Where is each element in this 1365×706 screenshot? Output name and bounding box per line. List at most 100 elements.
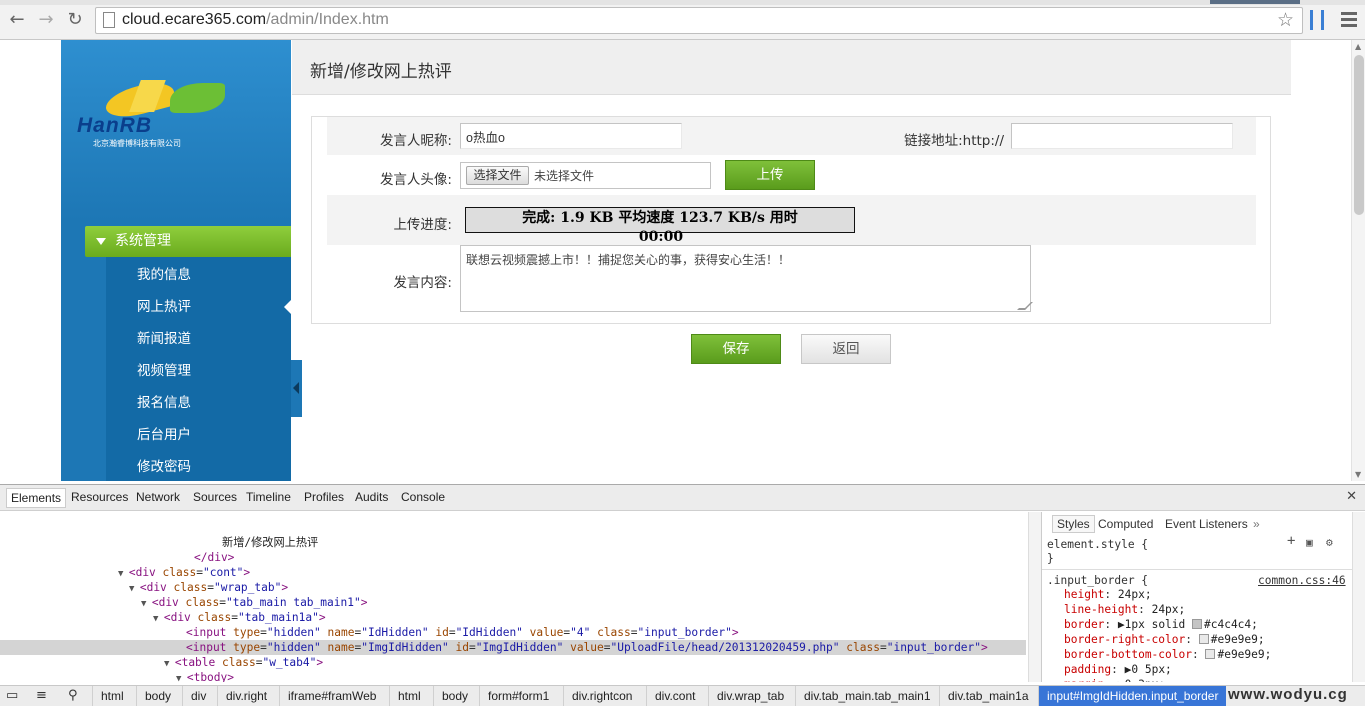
expand-down-icon[interactable]: ▼ [176,674,187,682]
breadcrumb-item[interactable]: body [136,686,179,706]
dom-node-line[interactable]: </div> [194,550,234,565]
breadcrumb-item[interactable]: html [92,686,132,706]
expand-down-icon[interactable]: ▼ [129,584,140,594]
more-tabs-icon[interactable]: » [1253,517,1260,531]
tab-audits[interactable]: Audits [355,490,388,504]
dom-node-line[interactable]: ▼ <tbody> [176,670,234,682]
scroll-down-icon[interactable]: ▼ [1355,470,1361,479]
dom-node-line[interactable]: ▼ <table class="w_tab4"> [164,655,323,670]
progress-label: 上传进度: [393,217,452,233]
tab-network[interactable]: Network [136,490,180,504]
color-swatch[interactable] [1198,634,1209,644]
add-rule-icon[interactable]: + [1287,534,1295,548]
forward-arrow-icon[interactable]: → [35,9,57,31]
style-property[interactable]: height: 24px; [1064,588,1152,602]
breadcrumb-item[interactable]: body [433,686,476,706]
sidebar-item-video[interactable]: 视频管理 [106,355,291,387]
rule-selector[interactable]: .input_border { [1047,574,1148,588]
tab-sources[interactable]: Sources [193,490,237,504]
console-drawer-icon[interactable]: ≡ [36,688,47,703]
expand-down-icon[interactable]: ▼ [118,569,129,579]
upload-button[interactable]: 上传 [725,160,815,190]
dom-node-line[interactable]: ▼ <div class="tab_main tab_main1"> [141,595,367,610]
reload-icon[interactable]: ↻ [64,9,86,31]
dom-node-line[interactable]: ▼ <div class="cont"> [118,565,250,580]
url-path: /admin/Index.htm [266,11,389,28]
close-icon[interactable]: ✕ [1346,489,1357,504]
expand-down-icon[interactable]: ▼ [164,659,175,669]
submenu: 我的信息 网上热评 新闻报道 视频管理 报名信息 后台用户 修改密码 [106,257,291,481]
nickname-input[interactable] [460,123,682,149]
tab-elements[interactable]: Elements [6,488,67,508]
tab-computed[interactable]: Computed [1098,517,1153,531]
sidebar-item-news[interactable]: 新闻报道 [106,323,291,355]
dock-icon[interactable]: ▭ [6,688,18,703]
style-property[interactable]: margin: ▶0 3px; [1064,678,1165,682]
sidebar-item-my-info[interactable]: 我的信息 [106,259,291,291]
dom-scrollbar[interactable] [1028,512,1041,682]
breadcrumb-item[interactable]: input#ImgIdHidden.input_border [1038,686,1227,706]
breadcrumb-item[interactable]: div.cont [646,686,703,706]
back-button[interactable]: 返回 [801,334,891,364]
breadcrumb-item[interactable]: div.wrap_tab [708,686,792,706]
color-swatch[interactable] [1192,619,1202,629]
tab-timeline[interactable]: Timeline [246,490,291,504]
save-button[interactable]: 保存 [691,334,781,364]
back-arrow-icon[interactable]: ← [6,9,28,31]
tab-resources[interactable]: Resources [71,490,128,504]
style-property[interactable]: padding: ▶0 5px; [1064,663,1172,677]
expand-down-icon[interactable]: ▼ [153,614,164,624]
resize-grip-icon[interactable] [1017,302,1033,310]
tab-event-listeners[interactable]: Event Listeners [1165,517,1248,531]
expand-down-icon[interactable]: ▼ [141,599,152,609]
bookmark-star-icon[interactable]: ☆ [1277,9,1294,31]
color-swatch[interactable] [1205,649,1216,659]
sidebar-item-change-password[interactable]: 修改密码 [106,451,291,483]
content-textarea[interactable]: 联想云视频震撼上市！！捕捉您关心的事，获得安心生活！！ [460,245,1033,312]
style-property[interactable]: border-right-color: #e9e9e9; [1064,633,1265,647]
style-property[interactable]: border-bottom-color: #e9e9e9; [1064,648,1271,662]
dom-node-line[interactable]: <input type="hidden" name="IdHidden" id=… [186,625,739,640]
page-scrollbar[interactable]: ▲ ▼ [1351,40,1365,481]
extension-icon[interactable] [1310,10,1324,30]
breadcrumb-item[interactable]: div.rightcon [563,686,640,706]
sidebar-item-signup[interactable]: 报名信息 [106,387,291,419]
toggle-state-icon[interactable]: ▣ [1306,536,1313,550]
tab-console[interactable]: Console [401,490,445,504]
dom-node-line[interactable]: ▼ <div class="tab_main1a"> [153,610,326,625]
search-icon[interactable]: ⚲ [68,688,78,703]
tab-profiles[interactable]: Profiles [304,490,344,504]
menu-section-system[interactable]: 系统管理 [85,226,291,257]
progress-text: 完成: 1.9 KB 平均速度 123.7 KB/s 用时 [522,210,798,226]
sidebar-item-admin-users[interactable]: 后台用户 [106,419,291,451]
breadcrumb-item[interactable]: div.tab_main.tab_main1 [795,686,939,706]
choose-file-button[interactable]: 选择文件 [466,166,529,185]
breadcrumb-item[interactable]: html [389,686,429,706]
element-style-rule[interactable]: element.style { [1047,538,1148,552]
breadcrumb-item[interactable]: iframe#framWeb [279,686,384,706]
link-input[interactable] [1011,123,1233,149]
tab-styles[interactable]: Styles [1052,515,1095,533]
dom-node-line[interactable]: ▼ <div class="wrap_tab"> [129,580,288,595]
sidebar-item-hot-comments[interactable]: 网上热评 [106,291,291,323]
dom-node-line[interactable]: <input type="hidden" name="ImgIdHidden" … [186,640,988,655]
sidebar-collapse-toggle[interactable] [291,360,302,417]
browser-menu-icon[interactable] [1341,12,1357,28]
url-text[interactable]: cloud.ecare365.com/admin/Index.htm [122,11,389,29]
address-bar[interactable]: cloud.ecare365.com/admin/Index.htm ☆ [95,7,1303,34]
scrollbar-thumb[interactable] [1354,55,1364,215]
scroll-up-icon[interactable]: ▲ [1355,42,1361,51]
logo-text: HanRB [77,114,153,137]
styles-scrollbar[interactable] [1352,512,1365,682]
breadcrumb-item[interactable]: div.tab_main1a [939,686,1037,706]
breadcrumb-item[interactable]: div.right [217,686,275,706]
breadcrumb-item[interactable]: div [182,686,214,706]
page-title: 新增/修改网上热评 [310,62,452,82]
style-property[interactable]: line-height: 24px; [1064,603,1185,617]
rule-source-link[interactable]: common.css:46 [1258,574,1346,588]
breadcrumb-item[interactable]: form#form1 [479,686,557,706]
dom-node-line[interactable]: 新增/修改网上热评 [222,535,318,550]
gear-icon[interactable]: ⚙ [1326,536,1333,550]
avatar-file-input[interactable]: 选择文件 未选择文件 [460,162,711,189]
style-property[interactable]: border: ▶1px solid #c4c4c4; [1064,618,1258,632]
